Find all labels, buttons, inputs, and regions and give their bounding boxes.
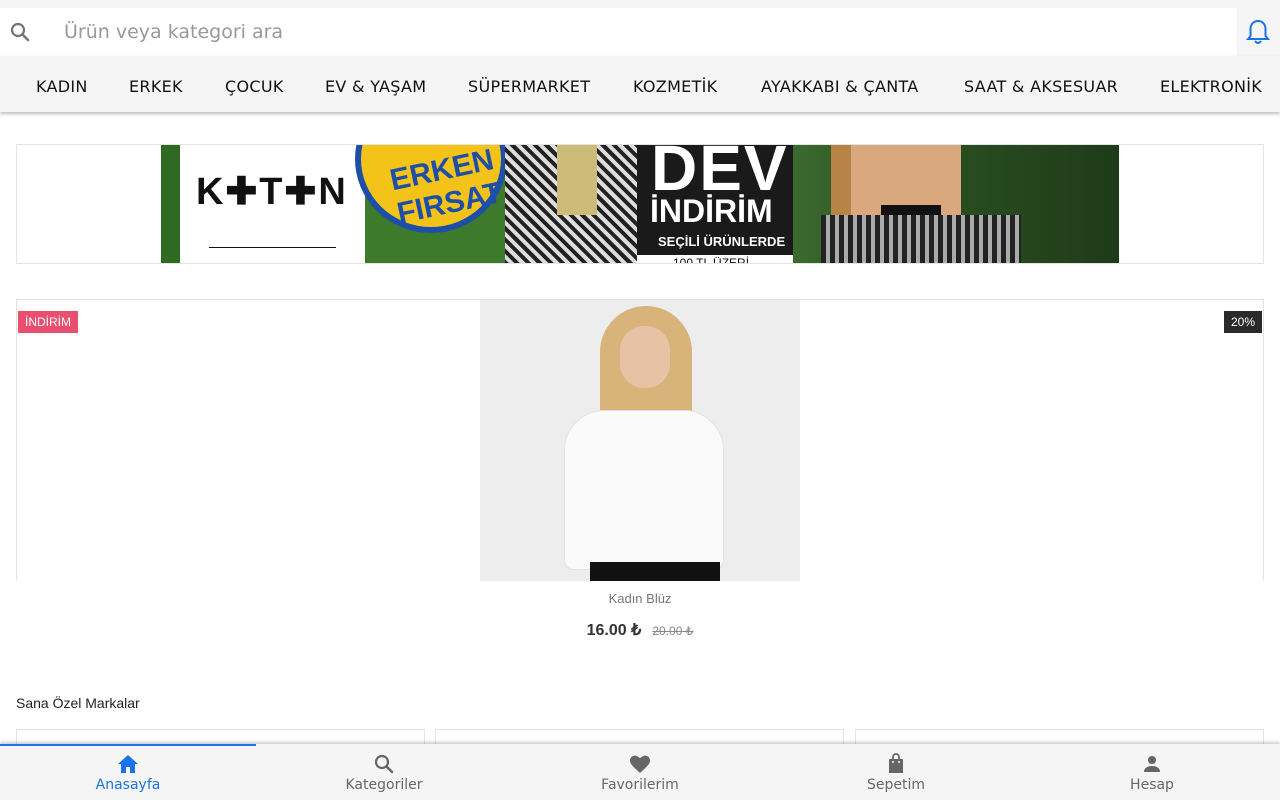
person-icon <box>1144 756 1160 772</box>
category-elektronik[interactable]: ELEKTRONİK <box>1160 56 1262 112</box>
category-cocuk[interactable]: ÇOCUK <box>225 56 284 112</box>
bell-icon[interactable] <box>1245 18 1271 46</box>
promo-banner[interactable]: K✚T✚N ERKEN FIRSAT DEV İNDİRİM SEÇİLİ ÜR… <box>16 144 1264 264</box>
banner-headline-2: İNDİRİM <box>650 193 773 229</box>
category-kozmetik[interactable]: KOZMETİK <box>633 56 717 112</box>
section-title: Sana Özel Markalar <box>16 695 140 711</box>
category-kadin[interactable]: KADIN <box>36 56 88 112</box>
product-card[interactable]: İNDİRİM 20% <box>16 299 1264 581</box>
home-icon <box>118 755 138 773</box>
category-supermarket[interactable]: SÜPERMARKET <box>468 56 590 112</box>
category-saat-aksesuar[interactable]: SAAT & AKSESUAR <box>964 56 1118 112</box>
product-price: 16.00 ₺ <box>586 622 642 639</box>
product-image[interactable] <box>480 300 800 581</box>
tab-favorilerim[interactable]: Favorilerim <box>512 744 768 800</box>
search-box[interactable] <box>0 8 1237 56</box>
banner-threshold: 100 TL ÜZERİ <box>673 256 750 264</box>
search-input[interactable] <box>48 8 1228 56</box>
tab-hesap[interactable]: Hesap <box>1024 744 1280 800</box>
percent-badge: 20% <box>1223 311 1262 333</box>
shopping-bag-icon <box>889 753 903 773</box>
search-icon[interactable] <box>8 20 32 44</box>
bottom-nav: Anasayfa Kategoriler Favorilerim Sepetim… <box>0 744 1280 800</box>
active-tab-indicator <box>0 744 256 746</box>
brand-logo: K✚T✚N <box>196 171 348 213</box>
banner-subline: SEÇİLİ ÜRÜNLERDE <box>658 234 786 249</box>
category-nav: KADIN ERKEK ÇOCUK EV & YAŞAM SÜPERMARKET… <box>0 56 1280 112</box>
tab-sepetim[interactable]: Sepetim <box>768 744 1024 800</box>
tab-kategoriler[interactable]: Kategoriler <box>256 744 512 800</box>
search-icon <box>374 754 394 774</box>
category-ayakkabi-canta[interactable]: AYAKKABI & ÇANTA <box>761 56 919 112</box>
brand-logo-box: K✚T✚N <box>180 145 365 263</box>
product-old-price: 20.00 ₺ <box>652 624 694 638</box>
category-erkek[interactable]: ERKEK <box>129 56 183 112</box>
product-name[interactable]: Kadın Blüz <box>0 591 1280 606</box>
tab-anasayfa[interactable]: Anasayfa <box>0 744 256 800</box>
top-bar <box>0 0 1280 56</box>
category-ev-yasam[interactable]: EV & YAŞAM <box>325 56 426 112</box>
banner-image: K✚T✚N ERKEN FIRSAT DEV İNDİRİM SEÇİLİ ÜR… <box>161 145 1119 264</box>
discount-badge: İNDİRİM <box>18 311 78 333</box>
price-row: 16.00 ₺ 20.00 ₺ <box>0 620 1280 640</box>
heart-icon <box>630 755 650 773</box>
